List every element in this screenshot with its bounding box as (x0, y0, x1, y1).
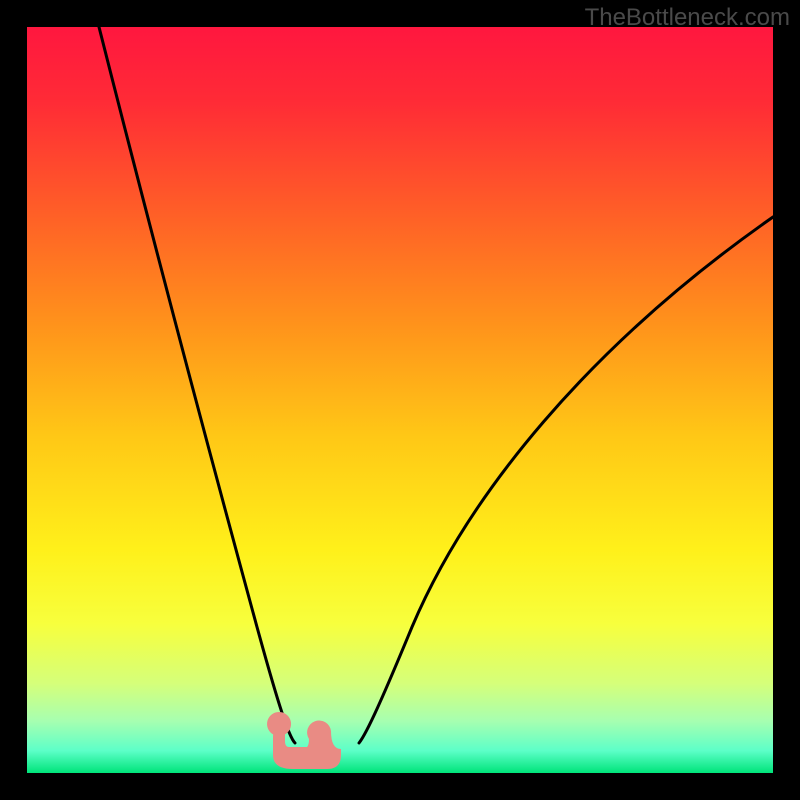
watermark-text: TheBottleneck.com (585, 4, 790, 32)
gradient-rect (27, 27, 773, 773)
plot-area (27, 27, 773, 773)
outer-frame: TheBottleneck.com (0, 0, 800, 800)
chart-svg (27, 27, 773, 773)
